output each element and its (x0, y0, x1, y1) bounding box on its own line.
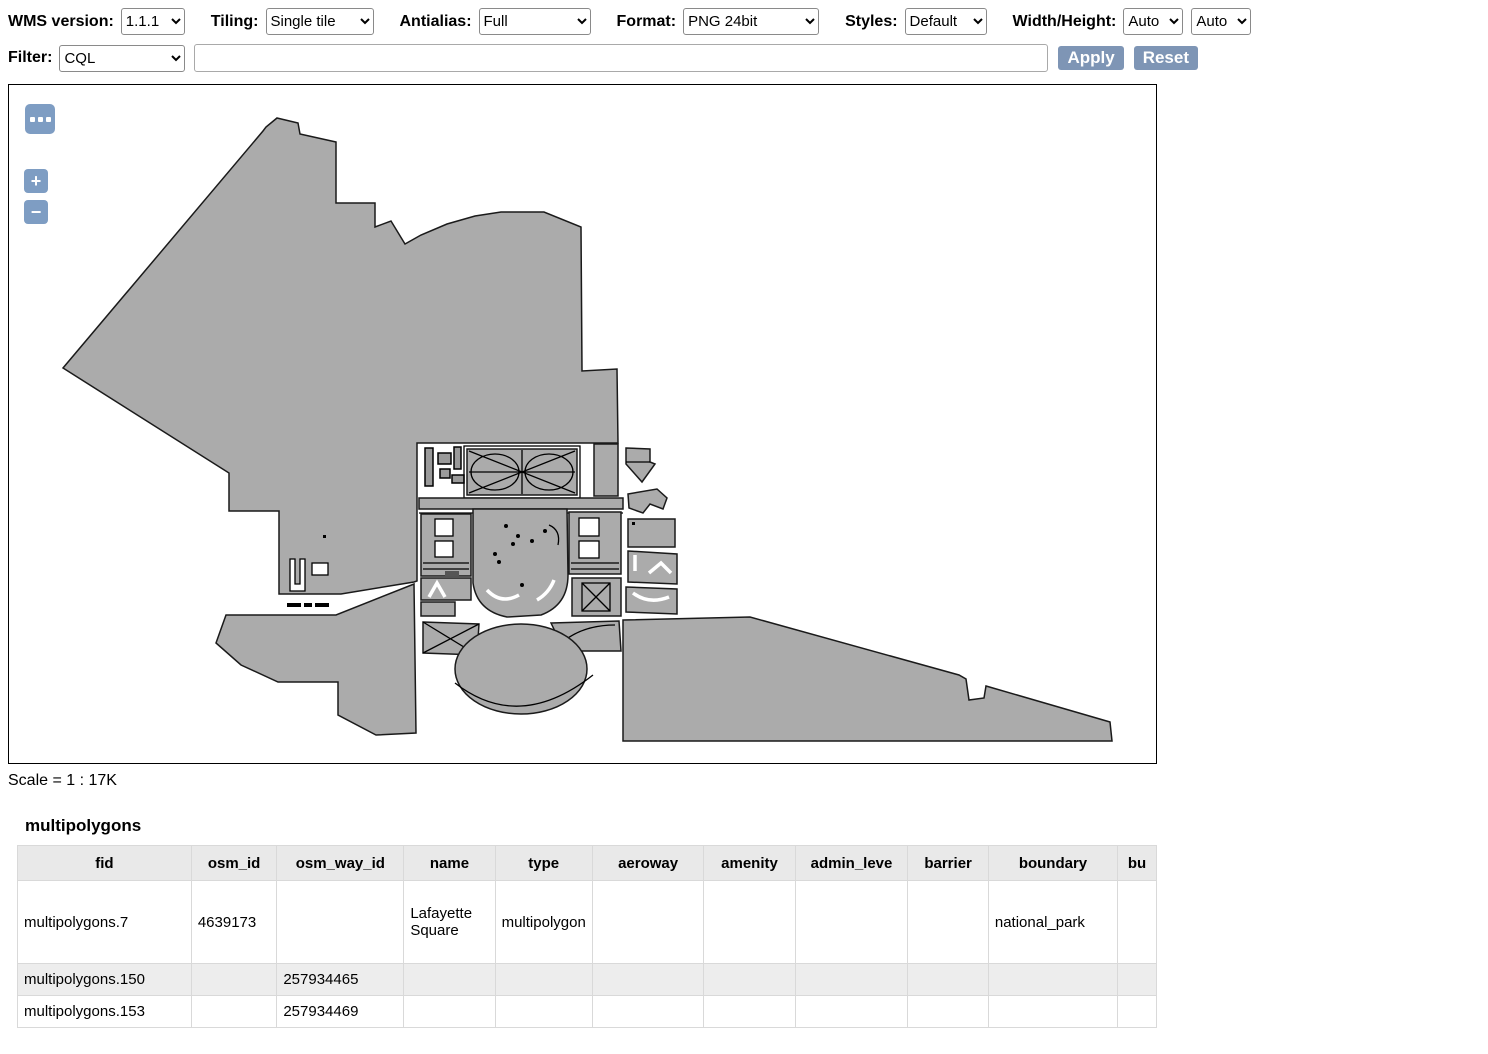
format-select[interactable]: PNG 24bit (683, 8, 820, 35)
cell-osm-id (190, 995, 278, 1028)
tiling-label: Tiling: (210, 12, 259, 30)
map-render (61, 117, 1113, 742)
filter-type-select[interactable]: CQL (59, 44, 186, 72)
ellipsis-icon (45, 116, 51, 122)
cell-barrier (907, 963, 989, 996)
col-header-amenity: amenity (703, 845, 796, 881)
cell-name (403, 995, 496, 1028)
cell-name: Lafayette Square (403, 880, 496, 964)
cell-building (1117, 963, 1157, 996)
zoom-out-button[interactable]: − (24, 200, 48, 224)
feature-table: fid osm_id osm_way_id name type aeroway … (17, 845, 1157, 1028)
cell-barrier (907, 880, 989, 964)
reset-button[interactable]: Reset (1133, 46, 1198, 70)
cell-aeroway (591, 995, 705, 1028)
cell-amenity (703, 880, 796, 964)
col-header-admin-leve: admin_leve (794, 845, 909, 881)
col-header-osm-id: osm_id (190, 845, 278, 881)
antialias-label: Antialias: (399, 12, 472, 30)
col-header-barrier: barrier (907, 845, 989, 881)
table-row: multipolygons.150 257934465 (17, 963, 1157, 996)
apply-button[interactable]: Apply (1058, 46, 1124, 70)
cell-osm-id (190, 963, 278, 996)
cell-type (494, 963, 593, 996)
cell-type (494, 995, 593, 1028)
cell-type: multipolygon (494, 880, 593, 964)
col-header-fid: fid (17, 845, 192, 881)
map-park-lawn (472, 508, 569, 618)
col-header-name: name (403, 845, 496, 881)
map-block-left (420, 513, 472, 617)
cell-admin-leve (794, 880, 909, 964)
filter-input[interactable] (194, 44, 1049, 72)
scale-indicator: Scale = 1 : 17K (8, 772, 117, 789)
width-height-label: Width/Height: (1012, 12, 1117, 30)
zoom-in-button[interactable]: + (24, 169, 48, 193)
cell-aeroway (591, 963, 705, 996)
map-polygon-southeast (622, 616, 1113, 742)
tiling-select[interactable]: Single tile (265, 8, 374, 35)
cell-fid: multipolygons.7 (17, 880, 192, 964)
col-header-osm-way-id: osm_way_id (276, 845, 405, 881)
cell-amenity (703, 963, 796, 996)
styles-select[interactable]: Default (904, 8, 987, 35)
cell-building (1117, 995, 1157, 1028)
filter-label: Filter: (8, 49, 53, 66)
wms-options-toolbar: WMS version: 1.1.1 Tiling: Single tile A… (0, 0, 1488, 35)
table-header-row: fid osm_id osm_way_id name type aeroway … (17, 845, 1157, 881)
cell-osm-way-id: 257934469 (276, 995, 405, 1028)
col-header-building: bu (1117, 845, 1157, 881)
height-select[interactable]: Auto (1191, 8, 1252, 35)
map-ellipse-plaza (454, 623, 588, 715)
map-parterre (463, 445, 581, 499)
ellipsis-icon (29, 116, 35, 122)
wms-version-group: WMS version: 1.1.1 (8, 8, 185, 35)
format-group: Format: PNG 24bit (617, 8, 820, 35)
antialias-select[interactable]: Full (478, 8, 591, 35)
cell-boundary: national_park (987, 880, 1119, 964)
col-header-type: type (494, 845, 593, 881)
map-viewport[interactable]: + − (8, 84, 1157, 764)
map-buildings-cluster (424, 446, 465, 487)
cell-building (1117, 880, 1157, 964)
styles-group: Styles: Default (845, 8, 987, 35)
cell-barrier (907, 995, 989, 1028)
styles-label: Styles: (845, 12, 898, 30)
map-block-right (568, 511, 622, 617)
feature-table-container: fid osm_id osm_way_id name type aeroway … (17, 845, 1157, 1028)
map-options-button[interactable] (25, 104, 55, 134)
ellipsis-icon (37, 116, 43, 122)
wms-version-label: WMS version: (8, 12, 114, 30)
width-select[interactable]: Auto (1123, 8, 1184, 35)
cell-osm-way-id: 257934465 (276, 963, 405, 996)
wms-version-select[interactable]: 1.1.1 (120, 8, 185, 35)
cell-admin-leve (794, 963, 909, 996)
tiling-group: Tiling: Single tile (211, 8, 374, 35)
cell-fid: multipolygons.150 (17, 963, 192, 996)
cell-osm-id: 4639173 (190, 880, 278, 964)
cell-admin-leve (794, 995, 909, 1028)
cell-boundary (987, 963, 1119, 996)
width-height-group: Width/Height: Auto Auto (1013, 8, 1260, 35)
cell-name (403, 963, 496, 996)
antialias-group: Antialias: Full (400, 8, 591, 35)
map-parcels-east (625, 447, 678, 615)
table-row: multipolygons.7 4639173 Lafayette Square… (17, 880, 1157, 964)
cell-osm-way-id (276, 880, 405, 964)
cell-amenity (703, 995, 796, 1028)
cell-aeroway (591, 880, 705, 964)
format-label: Format: (616, 12, 677, 30)
col-header-aeroway: aeroway (591, 845, 705, 881)
feature-table-title: multipolygons (25, 816, 142, 835)
cell-boundary (987, 995, 1119, 1028)
col-header-boundary: boundary (987, 845, 1119, 881)
cell-fid: multipolygons.153 (17, 995, 192, 1028)
filter-toolbar: Filter: CQL Apply Reset (0, 35, 1488, 72)
table-row: multipolygons.153 257934469 (17, 995, 1157, 1028)
